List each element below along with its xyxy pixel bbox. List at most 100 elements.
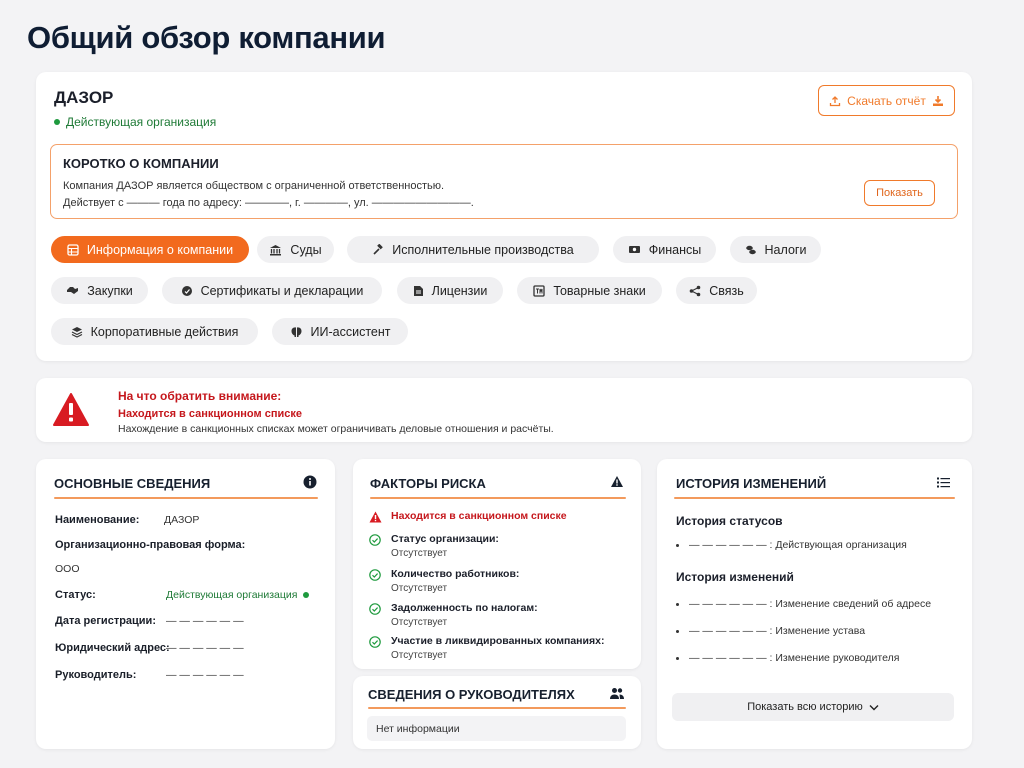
- risk-item-value: Отсутствует: [391, 548, 448, 559]
- alert-description: Нахождение в санкционных списках может о…: [118, 423, 554, 435]
- tab-licenses[interactable]: Лицензии: [397, 277, 503, 304]
- risk-item-value: Отсутствует: [391, 650, 448, 661]
- tab-courts[interactable]: Суды: [257, 236, 334, 263]
- section-title: ОСНОВНЫЕ СВЕДЕНИЯ: [54, 476, 211, 491]
- users-icon: [610, 688, 624, 699]
- about-text-line1: Компания ДАЗОР является обществом с огра…: [63, 180, 445, 192]
- section-divider: [674, 497, 955, 499]
- court-icon: [270, 244, 282, 255]
- field-value: — — — — — —: [166, 669, 244, 681]
- tab-label: Исполнительные производства: [392, 242, 574, 257]
- risk-item-title: Участие в ликвидированных компаниях:: [391, 635, 605, 647]
- tab-label: Корпоративные действия: [90, 324, 239, 339]
- history-item: — — — — — — : Действующая организация: [676, 539, 907, 551]
- status-dot-icon: [303, 592, 310, 598]
- info-icon[interactable]: [303, 475, 317, 489]
- tab-label: Информация о компании: [86, 242, 234, 257]
- about-title: КОРОТКО О КОМПАНИИ: [63, 156, 219, 171]
- download-report-button[interactable]: Скачать отчёт: [818, 85, 955, 116]
- show-about-button[interactable]: Показать: [864, 180, 935, 206]
- section-divider: [54, 497, 318, 499]
- tab-label: Сертификаты и декларации: [200, 283, 364, 298]
- company-name: ДАЗОР: [54, 88, 114, 107]
- warning-icon: [369, 511, 382, 523]
- section-title: ФАКТОРЫ РИСКА: [370, 476, 486, 491]
- history-item: — — — — — — : Изменение сведений об адре…: [676, 598, 931, 610]
- layers-icon: [71, 326, 82, 338]
- risk-factors-card: ФАКТОРЫ РИСКА Находится в санкционном сп…: [353, 459, 641, 669]
- section-title: СВЕДЕНИЯ О РУКОВОДИТЕЛЯХ: [368, 687, 575, 702]
- tab-trademarks[interactable]: Товарные знаки: [517, 277, 662, 304]
- field-label: Руководитель:: [55, 669, 137, 681]
- risk-item-title: Статус организации:: [391, 533, 499, 545]
- history-item-text: — — — — — — : Изменение сведений об адре…: [689, 598, 932, 610]
- risk-item-value: Отсутствует: [391, 617, 448, 628]
- tab-label: Связь: [709, 283, 744, 298]
- check-circle-icon: [369, 636, 381, 648]
- share-icon: [689, 285, 701, 296]
- tab-procurement[interactable]: Закупки: [51, 277, 148, 304]
- tab-label: Закупки: [87, 283, 133, 298]
- company-card: ДАЗОР Действующая организация Скачать от…: [36, 72, 972, 361]
- trademark-icon: [533, 284, 545, 297]
- show-all-history-button[interactable]: Показать всю историю: [672, 693, 954, 721]
- tab-label: ИИ-ассистент: [310, 324, 391, 339]
- upload-icon: [830, 95, 841, 106]
- tab-connections[interactable]: Связь: [676, 277, 757, 304]
- alert-title: На что обратить внимание:: [118, 389, 282, 403]
- handshake-icon: [67, 287, 79, 294]
- download-report-label: Скачать отчёт: [847, 93, 926, 108]
- tab-certificates[interactable]: Сертификаты и декларации: [162, 277, 382, 304]
- check-circle-icon: [369, 603, 381, 615]
- warning-icon: [611, 476, 623, 487]
- tab-label: Финансы: [648, 242, 702, 257]
- company-status-text: Действующая организация: [66, 115, 217, 129]
- history-item-text: — — — — — — : Изменение устава: [689, 625, 866, 637]
- coins-icon: [745, 245, 756, 254]
- field-label: Юридический адрес:: [55, 642, 170, 654]
- company-status: Действующая организация: [54, 115, 216, 129]
- basic-info-card: ОСНОВНЫЕ СВЕДЕНИЯ Наименование: ДАЗОР Ор…: [36, 459, 335, 749]
- field-value: Действующая организация: [166, 589, 298, 601]
- check-circle-icon: [369, 534, 381, 546]
- field-value: ООО: [55, 563, 80, 575]
- status-value: Действующая организация: [166, 589, 310, 601]
- changes-history-title: История изменений: [676, 570, 794, 584]
- tab-ai-assistant[interactable]: ИИ-ассистент: [272, 318, 408, 345]
- about-company-box: КОРОТКО О КОМПАНИИ Компания ДАЗОР являет…: [50, 144, 958, 219]
- field-value: — — — — — —: [166, 642, 244, 654]
- field-value: ДАЗОР: [164, 514, 200, 526]
- tab-enforcement[interactable]: Исполнительные производства: [347, 236, 599, 263]
- tab-label: Лицензии: [431, 283, 488, 298]
- history-item: — — — — — — : Изменение руководителя: [676, 652, 899, 664]
- managers-empty: Нет информации: [367, 716, 626, 741]
- alert-subtitle: Находится в санкционном списке: [118, 408, 302, 420]
- field-label: Статус:: [55, 589, 96, 601]
- tab-company-info[interactable]: Информация о компании: [51, 236, 249, 263]
- field-value: — — — — — —: [166, 615, 244, 627]
- gavel-icon: [373, 243, 384, 255]
- history-item-text: — — — — — — : Изменение руководителя: [689, 652, 900, 664]
- tab-finance[interactable]: Финансы: [613, 236, 716, 263]
- history-card: ИСТОРИЯ ИЗМЕНЕНИЙ История статусов — — —…: [657, 459, 972, 749]
- status-dot-icon: [54, 119, 60, 125]
- certificate-icon: [181, 285, 192, 296]
- tab-label: Суды: [290, 242, 322, 257]
- section-title: ИСТОРИЯ ИЗМЕНЕНИЙ: [676, 476, 827, 491]
- tab-taxes[interactable]: Налоги: [730, 236, 821, 263]
- section-divider: [368, 707, 626, 709]
- page-title: Общий обзор компании: [27, 20, 386, 55]
- risk-item-title: Количество работников:: [391, 568, 520, 580]
- list-icon: [937, 477, 950, 488]
- show-all-history-label: Показать всю историю: [747, 701, 863, 713]
- tab-corporate-actions[interactable]: Корпоративные действия: [51, 318, 258, 345]
- risk-warning-text: Находится в санкционном списке: [391, 510, 567, 522]
- table-icon: [67, 243, 79, 256]
- history-item: — — — — — — : Изменение устава: [676, 625, 865, 637]
- bullet: [676, 602, 679, 606]
- tab-label: Товарные знаки: [553, 283, 646, 298]
- field-label: Дата регистрации:: [55, 615, 156, 627]
- bullet: [676, 629, 679, 633]
- history-item-text: — — — — — — : Действующая организация: [689, 539, 907, 551]
- managers-card: СВЕДЕНИЯ О РУКОВОДИТЕЛЯХ Нет информации: [353, 676, 641, 749]
